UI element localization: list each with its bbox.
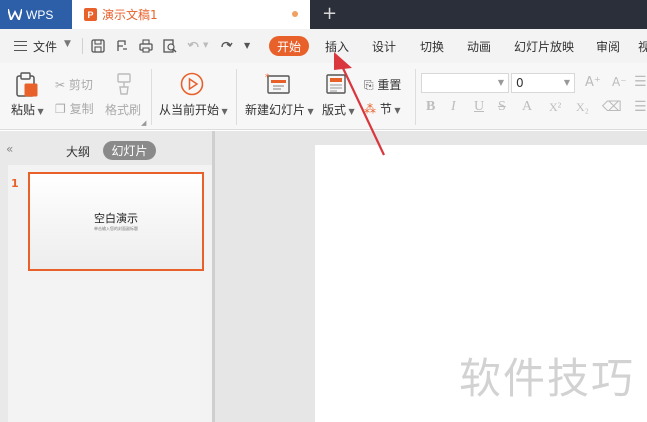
annotation-arrow-icon <box>334 52 385 156</box>
